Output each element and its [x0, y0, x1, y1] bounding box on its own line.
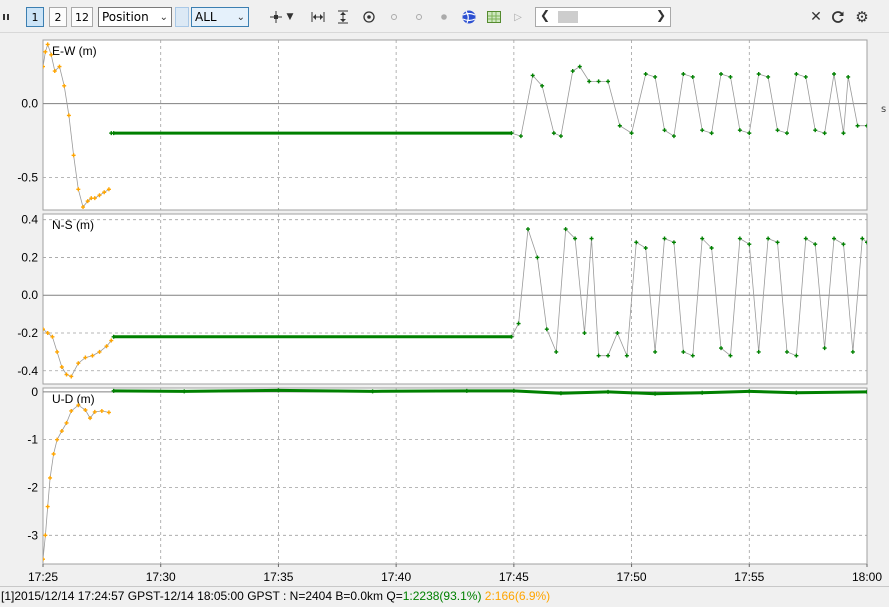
y-tick-label: 0.0 [21, 97, 38, 111]
y-tick-label: 0.4 [21, 213, 38, 227]
y-tick-label: -0.2 [17, 326, 38, 340]
y-tick-label: -0.5 [17, 170, 38, 184]
refresh-icon[interactable] [830, 7, 846, 27]
y-tick-label: -0.4 [17, 364, 38, 378]
play-icon[interactable]: ▷ [512, 7, 524, 27]
panel-frame [42, 213, 868, 385]
globe-icon[interactable] [461, 7, 477, 27]
y-tick-label: 0.0 [21, 288, 38, 302]
map-icon[interactable] [486, 7, 502, 27]
point-icon[interactable] [436, 7, 452, 27]
x-tick-label: 17:35 [263, 570, 293, 584]
data-segment-fix [655, 391, 703, 396]
gear-icon[interactable]: ⚙ [854, 7, 870, 27]
close-icon[interactable]: ✕ [808, 7, 824, 27]
time-scrollbar[interactable]: ❮ ❯ [535, 7, 671, 27]
plot-12-button[interactable]: 12 [71, 7, 93, 27]
scroll-right-icon[interactable]: ❯ [656, 8, 666, 22]
satellite-filter-value: ALL [195, 10, 217, 24]
status-summary: [1]2015/12/14 17:24:57 GPST-12/14 18:05:… [1, 589, 403, 603]
fit-horizontal-icon[interactable] [310, 7, 326, 27]
panel-frame [42, 39, 868, 211]
data-segment-fix [560, 390, 609, 395]
x-tick-label: 18:00 [852, 570, 882, 584]
chevron-down-icon: ⌄ [236, 11, 245, 23]
x-tick-label: 17:55 [734, 570, 764, 584]
scroll-left-icon[interactable]: ❮ [540, 8, 550, 22]
toolbar: 1 2 12 Position ⌄ ALL ⌄ ▼ ▷ ❮ ❯ ✕ ⚙ [0, 0, 889, 33]
plot-2-button[interactable]: 2 [49, 7, 67, 27]
data-segment-fix [749, 389, 797, 395]
y-tick-label: -2 [27, 480, 38, 494]
data-segment-fix [607, 390, 656, 396]
dropdown-icon[interactable]: ▼ [285, 7, 295, 27]
status-bar: [1]2015/12/14 17:24:57 GPST-12/14 18:05:… [0, 586, 889, 607]
data-segment-fix [278, 388, 373, 393]
plot-type-select[interactable]: Position ⌄ [98, 7, 172, 27]
panel-frame [42, 387, 868, 565]
divider-icon [175, 7, 189, 27]
x-tick-label: 17:45 [499, 570, 529, 584]
data-segment-fix [796, 390, 867, 395]
chevron-down-icon: ⌄ [159, 11, 168, 23]
point-icon[interactable] [386, 7, 402, 27]
plot-type-value: Position [102, 10, 149, 24]
point-icon[interactable] [411, 7, 427, 27]
pan-icon[interactable] [268, 7, 284, 27]
x-tick-label: 17:40 [381, 570, 411, 584]
y-tick-label: 0 [31, 385, 38, 399]
fit-vertical-icon[interactable] [335, 7, 351, 27]
data-segment-fix [702, 389, 750, 395]
position-plot[interactable]: 0.0 -0.5 E-W (m) 0.4 0.2 0.0 -0.2 -0.4 N-S (m) 0 -… [0, 34, 889, 586]
panel-label: U-D (m) [52, 392, 95, 406]
y-tick-label: 0.2 [21, 250, 38, 264]
satellite-filter-select[interactable]: ALL ⌄ [191, 7, 249, 27]
panel-label: N-S (m) [52, 218, 94, 232]
center-icon[interactable] [361, 7, 377, 27]
y-tick-label: -1 [27, 433, 38, 447]
status-fix-count: 1:2238(93.1%) [402, 589, 482, 603]
side-letter: s [881, 104, 887, 115]
x-tick-label: 17:25 [28, 570, 58, 584]
panel-label: E-W (m) [52, 44, 97, 58]
plot-1-button[interactable]: 1 [26, 7, 44, 27]
status-float-count: 2:166(6.9%) [484, 589, 551, 603]
grip-icon [2, 7, 12, 27]
y-tick-label: -3 [27, 528, 38, 542]
x-tick-label: 17:30 [146, 570, 176, 584]
data-segment-fix [184, 388, 279, 393]
x-tick-label: 17:50 [617, 570, 647, 584]
scrollbar-thumb[interactable] [558, 11, 578, 23]
